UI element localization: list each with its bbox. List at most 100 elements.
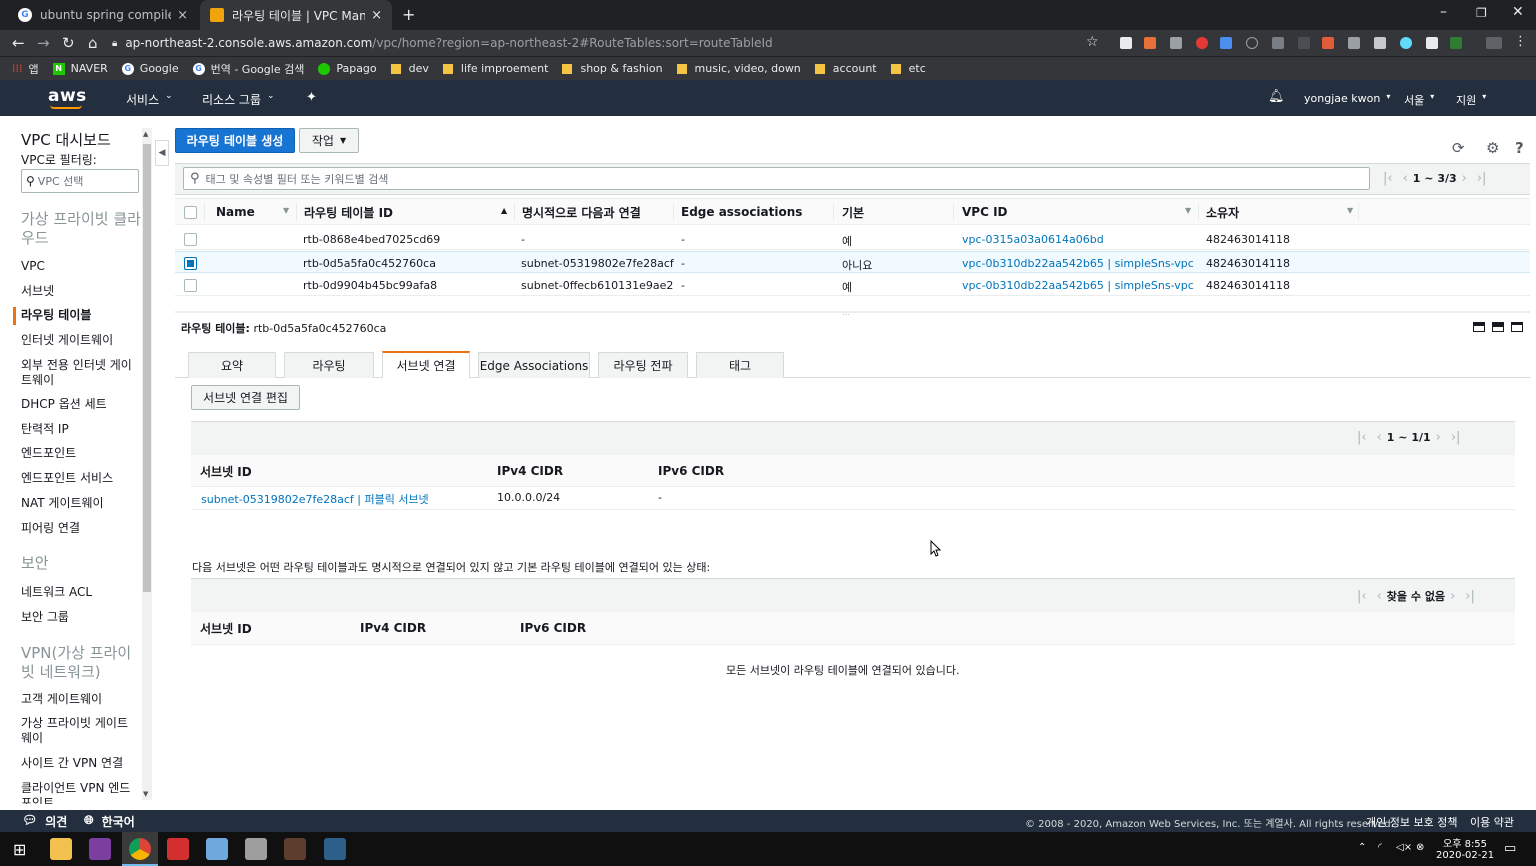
tab-edge-associations[interactable]: Edge Associations bbox=[478, 352, 590, 378]
sidebar-scroll-thumb[interactable] bbox=[143, 144, 151, 592]
col-ipv4-cidr[interactable]: IPv4 CIDR bbox=[360, 615, 426, 641]
tab-subnet-associations[interactable]: 서브넷 연결 bbox=[382, 351, 470, 378]
tray-chevron-icon[interactable]: ⌃ bbox=[1358, 842, 1366, 853]
sidebar-item-endpoint-services[interactable]: 엔드포인트 서비스 bbox=[21, 471, 139, 486]
first-page-icon[interactable]: |‹ bbox=[1357, 589, 1367, 604]
bell-icon[interactable]: 🔔︎ bbox=[1268, 89, 1285, 104]
network-icon[interactable]: ◜ bbox=[1378, 842, 1382, 853]
bookmark-translate[interactable]: G 번역 - Google 검색 bbox=[192, 61, 304, 77]
actions-button[interactable]: 작업 ▼ bbox=[299, 128, 359, 153]
row-checkbox[interactable] bbox=[184, 233, 197, 246]
extension-icon[interactable] bbox=[1450, 37, 1462, 49]
acrobat-icon[interactable] bbox=[167, 838, 189, 860]
row-checkbox[interactable] bbox=[184, 279, 197, 292]
sort-asc-icon[interactable]: ▲ bbox=[501, 206, 507, 215]
app-icon[interactable] bbox=[245, 838, 267, 860]
services-menu[interactable]: 서비스 ⌄ bbox=[126, 91, 173, 108]
layout-top-icon[interactable] bbox=[1511, 322, 1523, 332]
game-icon[interactable] bbox=[284, 838, 306, 860]
close-tab-icon[interactable]: × bbox=[177, 8, 188, 23]
edit-subnet-associations-button[interactable]: 서브넷 연결 편집 bbox=[191, 385, 300, 410]
col-main[interactable]: 기본 bbox=[842, 199, 864, 225]
close-tab-icon[interactable]: × bbox=[371, 8, 382, 23]
bookmark-naver[interactable]: N NAVER bbox=[52, 62, 108, 75]
language-selector[interactable]: 🌐︎ 한국어 bbox=[84, 813, 135, 830]
notepad-icon[interactable] bbox=[206, 838, 228, 860]
prev-page-icon[interactable]: ‹ bbox=[1377, 589, 1382, 604]
search-input[interactable]: ⚲ 태그 및 속성별 필터 또는 키워드별 검색 bbox=[183, 167, 1370, 190]
restore-icon[interactable]: ❐ bbox=[1476, 6, 1487, 20]
next-page-icon[interactable]: › bbox=[1450, 589, 1455, 604]
status-icon[interactable]: ⊗ bbox=[1416, 842, 1424, 853]
extension-icon[interactable] bbox=[1348, 37, 1360, 49]
vue-icon[interactable] bbox=[1374, 37, 1386, 49]
sidebar-item-elastic-ip[interactable]: 탄력적 IP bbox=[21, 422, 139, 437]
last-page-icon[interactable]: ›| bbox=[1451, 430, 1461, 445]
extension-icon[interactable] bbox=[1170, 37, 1182, 49]
sort-icon[interactable]: ▼ bbox=[1347, 206, 1353, 215]
windows-start-icon[interactable]: ⊞ bbox=[13, 840, 26, 859]
bookmark-folder-dev[interactable]: dev bbox=[390, 62, 429, 75]
col-explicit-assoc[interactable]: 명시적으로 다음과 연결 bbox=[522, 199, 641, 225]
cell-vpc-link[interactable]: vpc-0315a03a0614a06bd bbox=[962, 233, 1104, 246]
col-vpc-id[interactable]: VPC ID bbox=[962, 199, 1008, 225]
vpc-filter-select[interactable]: ⚲ VPC 선택 bbox=[21, 169, 139, 193]
profile-icon[interactable] bbox=[1486, 37, 1502, 49]
camera-icon[interactable] bbox=[1426, 37, 1438, 49]
window-close-icon[interactable]: ✕ bbox=[1512, 4, 1524, 20]
translate-extension-icon[interactable] bbox=[1220, 37, 1232, 49]
sort-icon[interactable]: ▼ bbox=[1185, 206, 1191, 215]
cell-vpc-link[interactable]: vpc-0b310db22aa542b65 | simpleSns-vpc bbox=[962, 257, 1194, 270]
layout-bottom-icon[interactable] bbox=[1473, 322, 1485, 332]
layout-split-icon[interactable] bbox=[1492, 322, 1504, 332]
chrome-icon[interactable] bbox=[129, 838, 151, 860]
extension-icon[interactable] bbox=[1298, 37, 1310, 49]
aws-logo[interactable]: aws bbox=[48, 86, 87, 106]
sidebar-item-customer-gateways[interactable]: 고객 게이트웨이 bbox=[21, 692, 139, 707]
extension-icon[interactable] bbox=[1144, 37, 1156, 49]
col-owner[interactable]: 소유자 bbox=[1206, 199, 1239, 225]
extension-icon[interactable] bbox=[1120, 37, 1132, 49]
browser-tab-active[interactable]: 라우팅 테이블 | VPC Manageme × bbox=[200, 0, 392, 30]
sidebar-item-peering[interactable]: 피어링 연결 bbox=[21, 521, 139, 536]
table-row-selected[interactable]: rtb-0d5a5fa0c452760ca subnet-05319802e7f… bbox=[175, 251, 1530, 273]
privacy-link[interactable]: 개인 정보 보호 정책 bbox=[1366, 814, 1457, 830]
table-row[interactable]: rtb-0d9904b45bc99afa8 subnet-0ffecb61013… bbox=[175, 274, 1530, 296]
sidebar-item-security-groups[interactable]: 보안 그룹 bbox=[21, 610, 139, 625]
menu-dots-icon[interactable]: ⋮ bbox=[1514, 34, 1527, 49]
col-subnet-id[interactable]: 서브넷 ID bbox=[200, 615, 252, 641]
account-menu[interactable]: yongjae kwon ▾ bbox=[1304, 92, 1390, 105]
sidebar-item-dhcp[interactable]: DHCP 옵션 세트 bbox=[21, 397, 139, 412]
volume-icon[interactable]: ◁× bbox=[1396, 842, 1412, 853]
first-page-icon[interactable]: |‹ bbox=[1357, 430, 1367, 445]
prev-page-icon[interactable]: ‹ bbox=[1403, 171, 1408, 186]
col-ipv6-cidr[interactable]: IPv6 CIDR bbox=[658, 458, 724, 484]
bookmark-google[interactable]: G Google bbox=[121, 62, 179, 75]
address-bar[interactable]: 🔒︎ ap-northeast-2.console.aws.amazon.com… bbox=[112, 30, 1107, 56]
clock-time[interactable]: 오후 8:55 bbox=[1443, 835, 1487, 850]
region-menu[interactable]: 서울 ▾ bbox=[1404, 92, 1434, 108]
onenote-icon[interactable] bbox=[89, 838, 111, 860]
extension-icon[interactable] bbox=[1272, 37, 1284, 49]
sidebar-item-nat-gateways[interactable]: NAT 게이트웨이 bbox=[21, 496, 139, 511]
bookmark-folder-shop[interactable]: shop & fashion bbox=[562, 62, 663, 75]
bookmark-folder-etc[interactable]: etc bbox=[890, 62, 926, 75]
col-subnet-id[interactable]: 서브넷 ID bbox=[200, 458, 252, 484]
row-checkbox-checked[interactable] bbox=[184, 257, 197, 270]
last-page-icon[interactable]: ›| bbox=[1477, 171, 1487, 186]
new-tab-button[interactable]: + bbox=[402, 5, 415, 24]
first-page-icon[interactable]: |‹ bbox=[1383, 171, 1393, 186]
forward-icon[interactable]: → bbox=[37, 34, 50, 52]
drag-handle-icon[interactable]: ⋯ bbox=[842, 310, 852, 319]
sidebar-item-network-acl[interactable]: 네트워크 ACL bbox=[21, 585, 139, 600]
table-row[interactable]: rtb-0868e4bed7025cd69 - - 예 vpc-0315a03a… bbox=[175, 228, 1530, 250]
bookmark-apps[interactable]: ⁞⁞⁞ 앱 bbox=[12, 61, 39, 77]
bookmark-star-icon[interactable]: ☆ bbox=[1086, 34, 1099, 50]
pin-icon[interactable]: ✦ bbox=[306, 90, 317, 105]
sidebar-item-subnets[interactable]: 서브넷 bbox=[21, 284, 139, 299]
sidebar-item-endpoints[interactable]: 엔드포인트 bbox=[21, 446, 139, 461]
next-page-icon[interactable]: › bbox=[1462, 171, 1467, 186]
extension-icon[interactable] bbox=[1322, 37, 1334, 49]
bookmark-folder-life[interactable]: life improement bbox=[442, 62, 548, 75]
refresh-icon[interactable]: ⟳ bbox=[1452, 139, 1465, 157]
